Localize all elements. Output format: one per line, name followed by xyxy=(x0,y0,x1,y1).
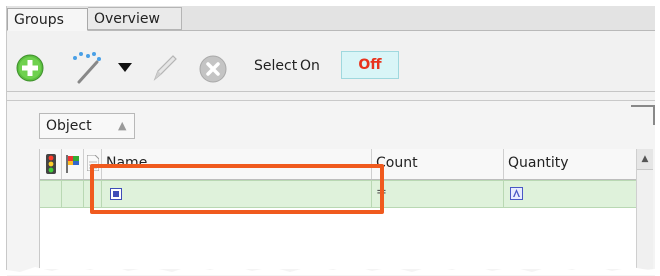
scroll-up-icon[interactable]: ▲ xyxy=(637,149,653,170)
pencil-icon[interactable] xyxy=(149,51,181,83)
flag-column-header[interactable] xyxy=(62,149,84,179)
tab-bar: Groups Overview xyxy=(7,6,655,31)
on-option[interactable]: On xyxy=(300,58,320,74)
sort-ascending-icon: ▲ xyxy=(118,119,127,132)
traffic-light-icon xyxy=(46,154,56,174)
off-toggle-button[interactable]: Off xyxy=(341,51,399,79)
row-flag-cell xyxy=(62,181,84,207)
cancel-icon[interactable] xyxy=(199,55,227,83)
text-field-icon[interactable] xyxy=(510,187,523,200)
torn-edge xyxy=(0,265,660,275)
highlight-annotation xyxy=(90,164,384,214)
panel-corner-edge xyxy=(631,105,655,125)
select-label: Select xyxy=(254,58,298,74)
tab-overview[interactable]: Overview xyxy=(88,7,182,30)
page: { "tabs": [ {"label": "Groups", "active"… xyxy=(0,0,660,276)
vertical-scrollbar[interactable]: ▲ xyxy=(636,149,653,269)
object-button-label: Object xyxy=(46,118,92,134)
app-window: Groups Overview Select On Off Object ▲ N… xyxy=(6,6,655,276)
flag-icon xyxy=(66,155,79,173)
traffic-light-column-header[interactable] xyxy=(40,149,62,179)
toolbar: Select On Off xyxy=(7,31,655,92)
column-header-count[interactable]: Count xyxy=(372,149,504,179)
tab-groups[interactable]: Groups xyxy=(7,8,88,31)
dropdown-caret-icon[interactable] xyxy=(117,61,133,73)
magic-wand-icon[interactable] xyxy=(69,50,105,86)
row-quantity-cell[interactable] xyxy=(504,181,636,207)
add-icon[interactable] xyxy=(16,54,44,82)
row-count-cell[interactable]: = xyxy=(372,181,504,207)
column-header-quantity[interactable]: Quantity xyxy=(504,149,636,179)
row-status-cell xyxy=(40,181,62,207)
object-sort-button[interactable]: Object ▲ xyxy=(39,113,135,139)
